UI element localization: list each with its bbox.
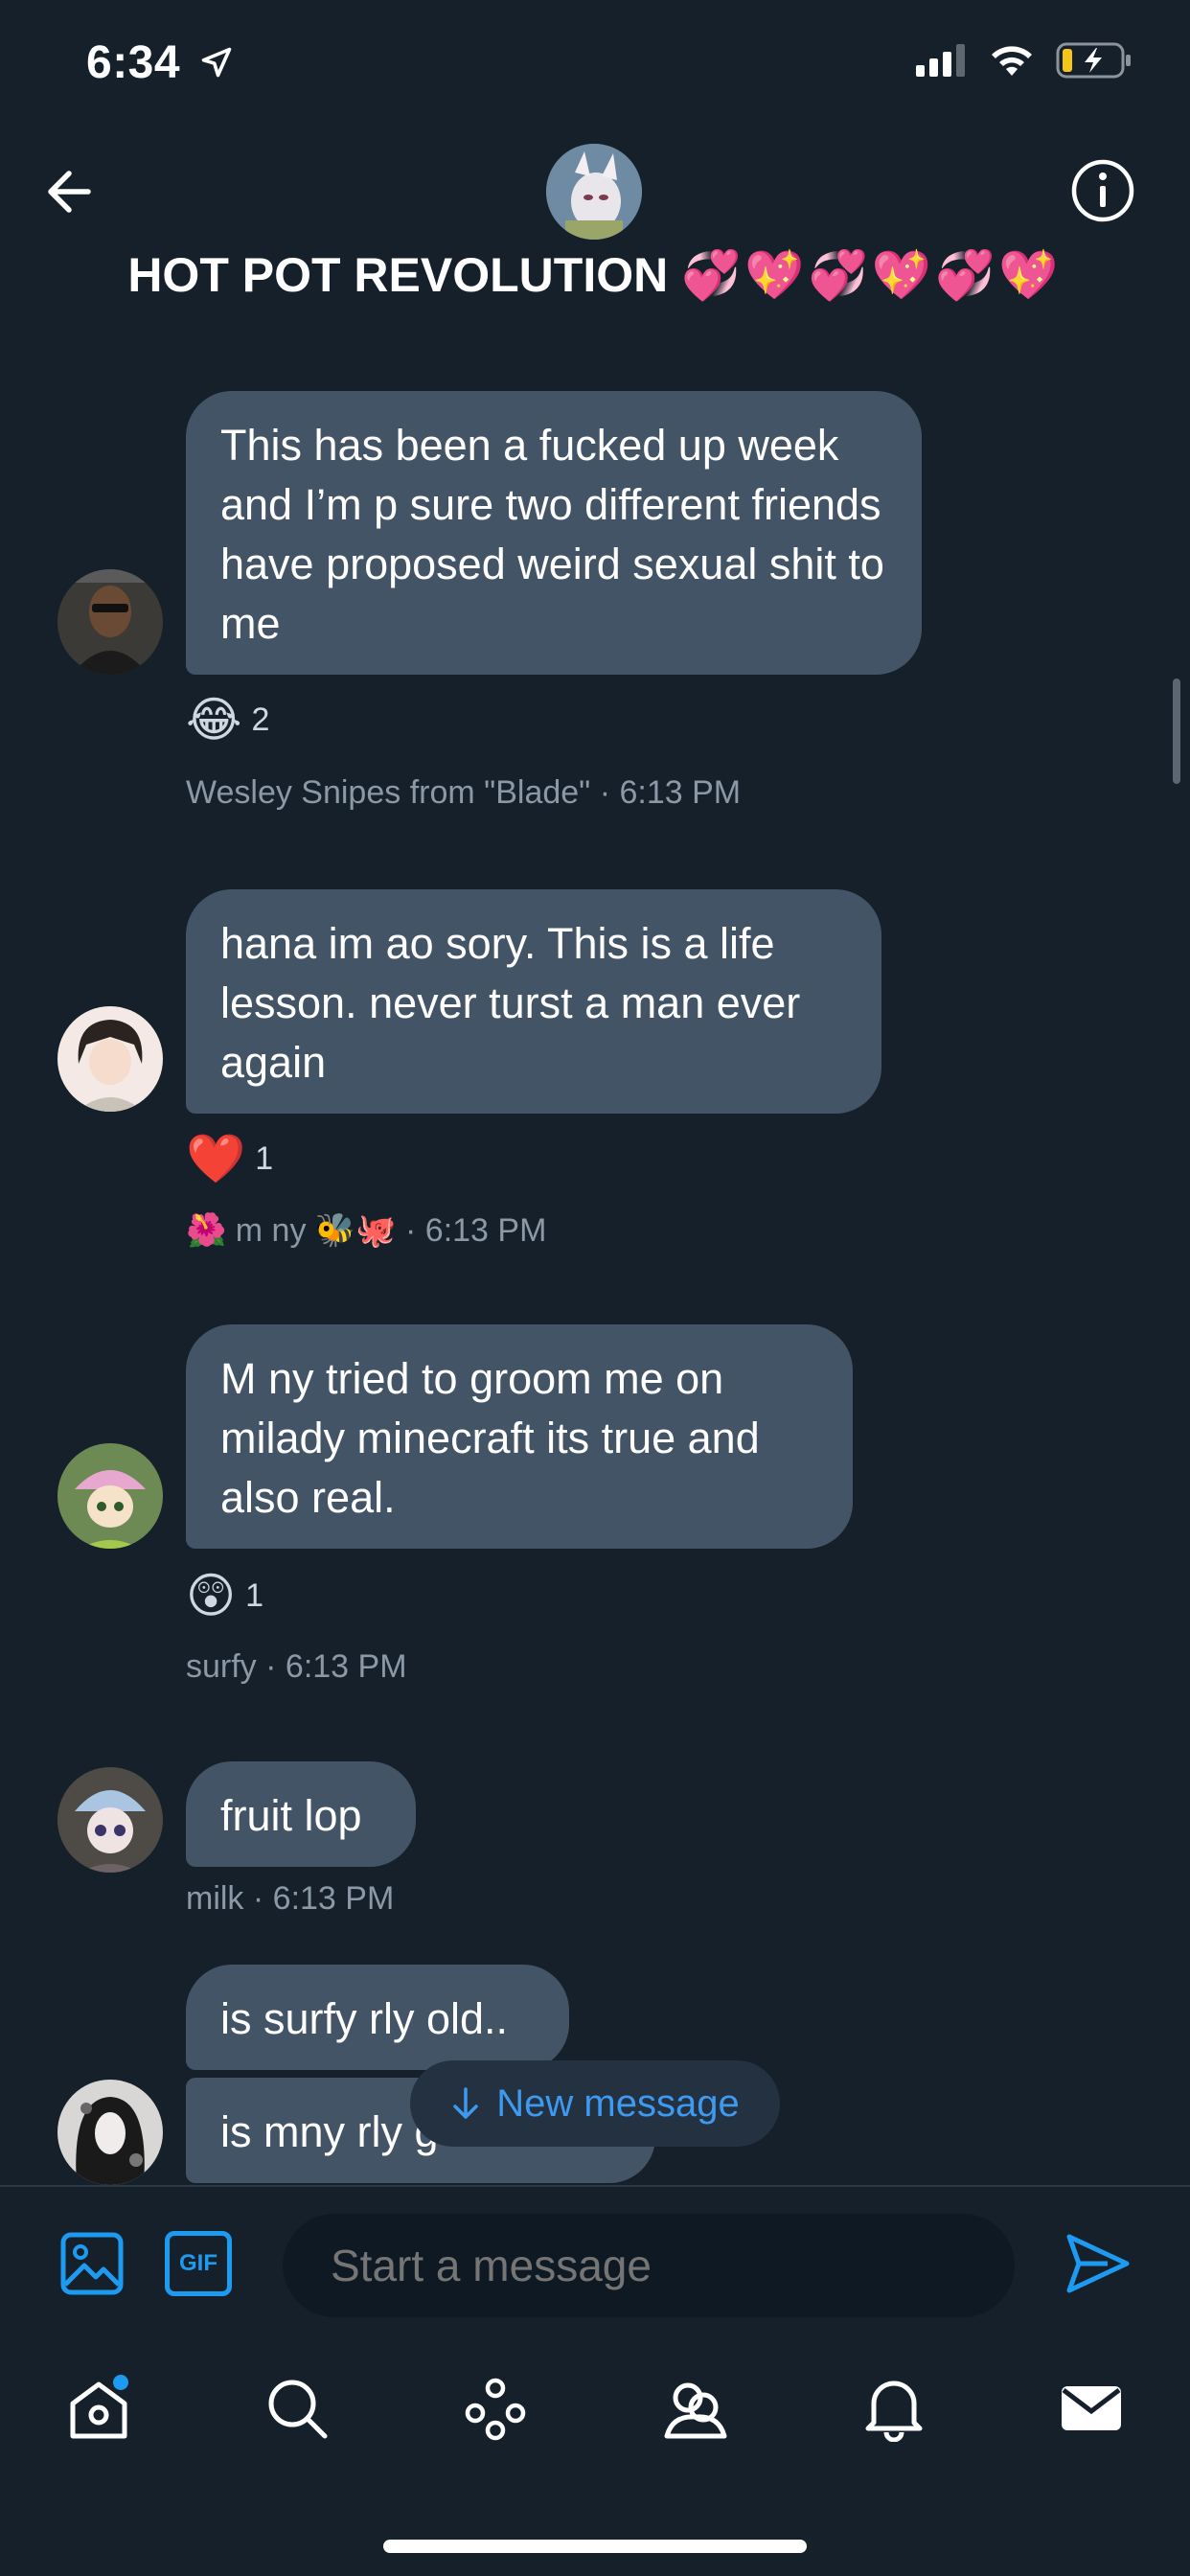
battery-charging-icon	[1056, 42, 1131, 79]
home-indicator	[383, 2540, 807, 2553]
message-meta: Wesley Snipes from "Blade" · 6:13 PM	[186, 774, 742, 811]
communities-icon[interactable]	[661, 2375, 728, 2442]
home-icon[interactable]	[65, 2375, 132, 2442]
message-bubble[interactable]: M ny tried to groom me on milady minecra…	[186, 1324, 853, 1549]
message-meta: surfy · 6:13 PM	[186, 1648, 407, 1685]
messages-icon[interactable]	[1058, 2375, 1125, 2442]
avatar[interactable]	[57, 1006, 163, 1112]
cellular-signal-icon	[916, 44, 965, 77]
message-meta: 🌺 m ny 🐝🐙 · 6:13 PM	[186, 1212, 547, 1249]
wifi-icon	[992, 46, 1032, 76]
back-arrow-icon[interactable]	[38, 158, 105, 225]
message-bubble[interactable]: fruit lop	[186, 1761, 416, 1867]
send-icon[interactable]	[1064, 2229, 1133, 2298]
reaction-chip[interactable]: 😂 2	[186, 692, 269, 748]
reaction-chip[interactable]: ❤️ 1	[186, 1131, 273, 1187]
scrollbar[interactable]	[1173, 678, 1180, 784]
message-bubble[interactable]: This has been a fucked up week and I’m p…	[186, 391, 922, 675]
search-icon[interactable]	[263, 2375, 331, 2442]
message-bubble[interactable]: hana im ao sory. This is a life lesson. …	[186, 889, 881, 1114]
status-bar: 6:34	[0, 0, 1190, 134]
info-icon[interactable]	[1069, 157, 1136, 224]
avatar[interactable]	[57, 1767, 163, 1873]
bottom-tab-bar	[0, 2338, 1190, 2472]
message-bubble[interactable]: is surfy rly old..	[186, 1965, 569, 2070]
conversation-title[interactable]: HOT POT REVOLUTION 💞💖💞💖💞💖	[0, 247, 1190, 304]
arrow-down-icon	[453, 2087, 479, 2119]
status-icons	[916, 42, 1133, 79]
avatar[interactable]	[57, 569, 163, 675]
avatar[interactable]	[57, 2080, 163, 2185]
message-list[interactable]: This has been a fucked up week and I’m p…	[0, 335, 1190, 2185]
group-avatar[interactable]	[546, 144, 642, 240]
gif-button[interactable]: GIF	[165, 2231, 232, 2296]
status-time: 6:34	[86, 36, 234, 89]
message-input[interactable]	[283, 2214, 1015, 2317]
new-message-button[interactable]: New message	[410, 2060, 780, 2147]
title-emoji: 💞💖💞💖💞💖	[681, 248, 1063, 302]
avatar[interactable]	[57, 1443, 163, 1549]
image-icon[interactable]	[59, 2231, 125, 2296]
message-composer: GIF	[0, 2185, 1190, 2340]
spaces-icon[interactable]	[462, 2375, 529, 2442]
notifications-icon[interactable]	[860, 2375, 927, 2442]
conversation-header: HOT POT REVOLUTION 💞💖💞💖💞💖	[0, 134, 1190, 335]
message-meta: milk · 6:13 PM	[186, 1880, 395, 1917]
location-arrow-icon	[201, 47, 232, 78]
reaction-chip[interactable]: 😲 1	[186, 1568, 263, 1623]
group-avatar-image	[546, 144, 642, 240]
